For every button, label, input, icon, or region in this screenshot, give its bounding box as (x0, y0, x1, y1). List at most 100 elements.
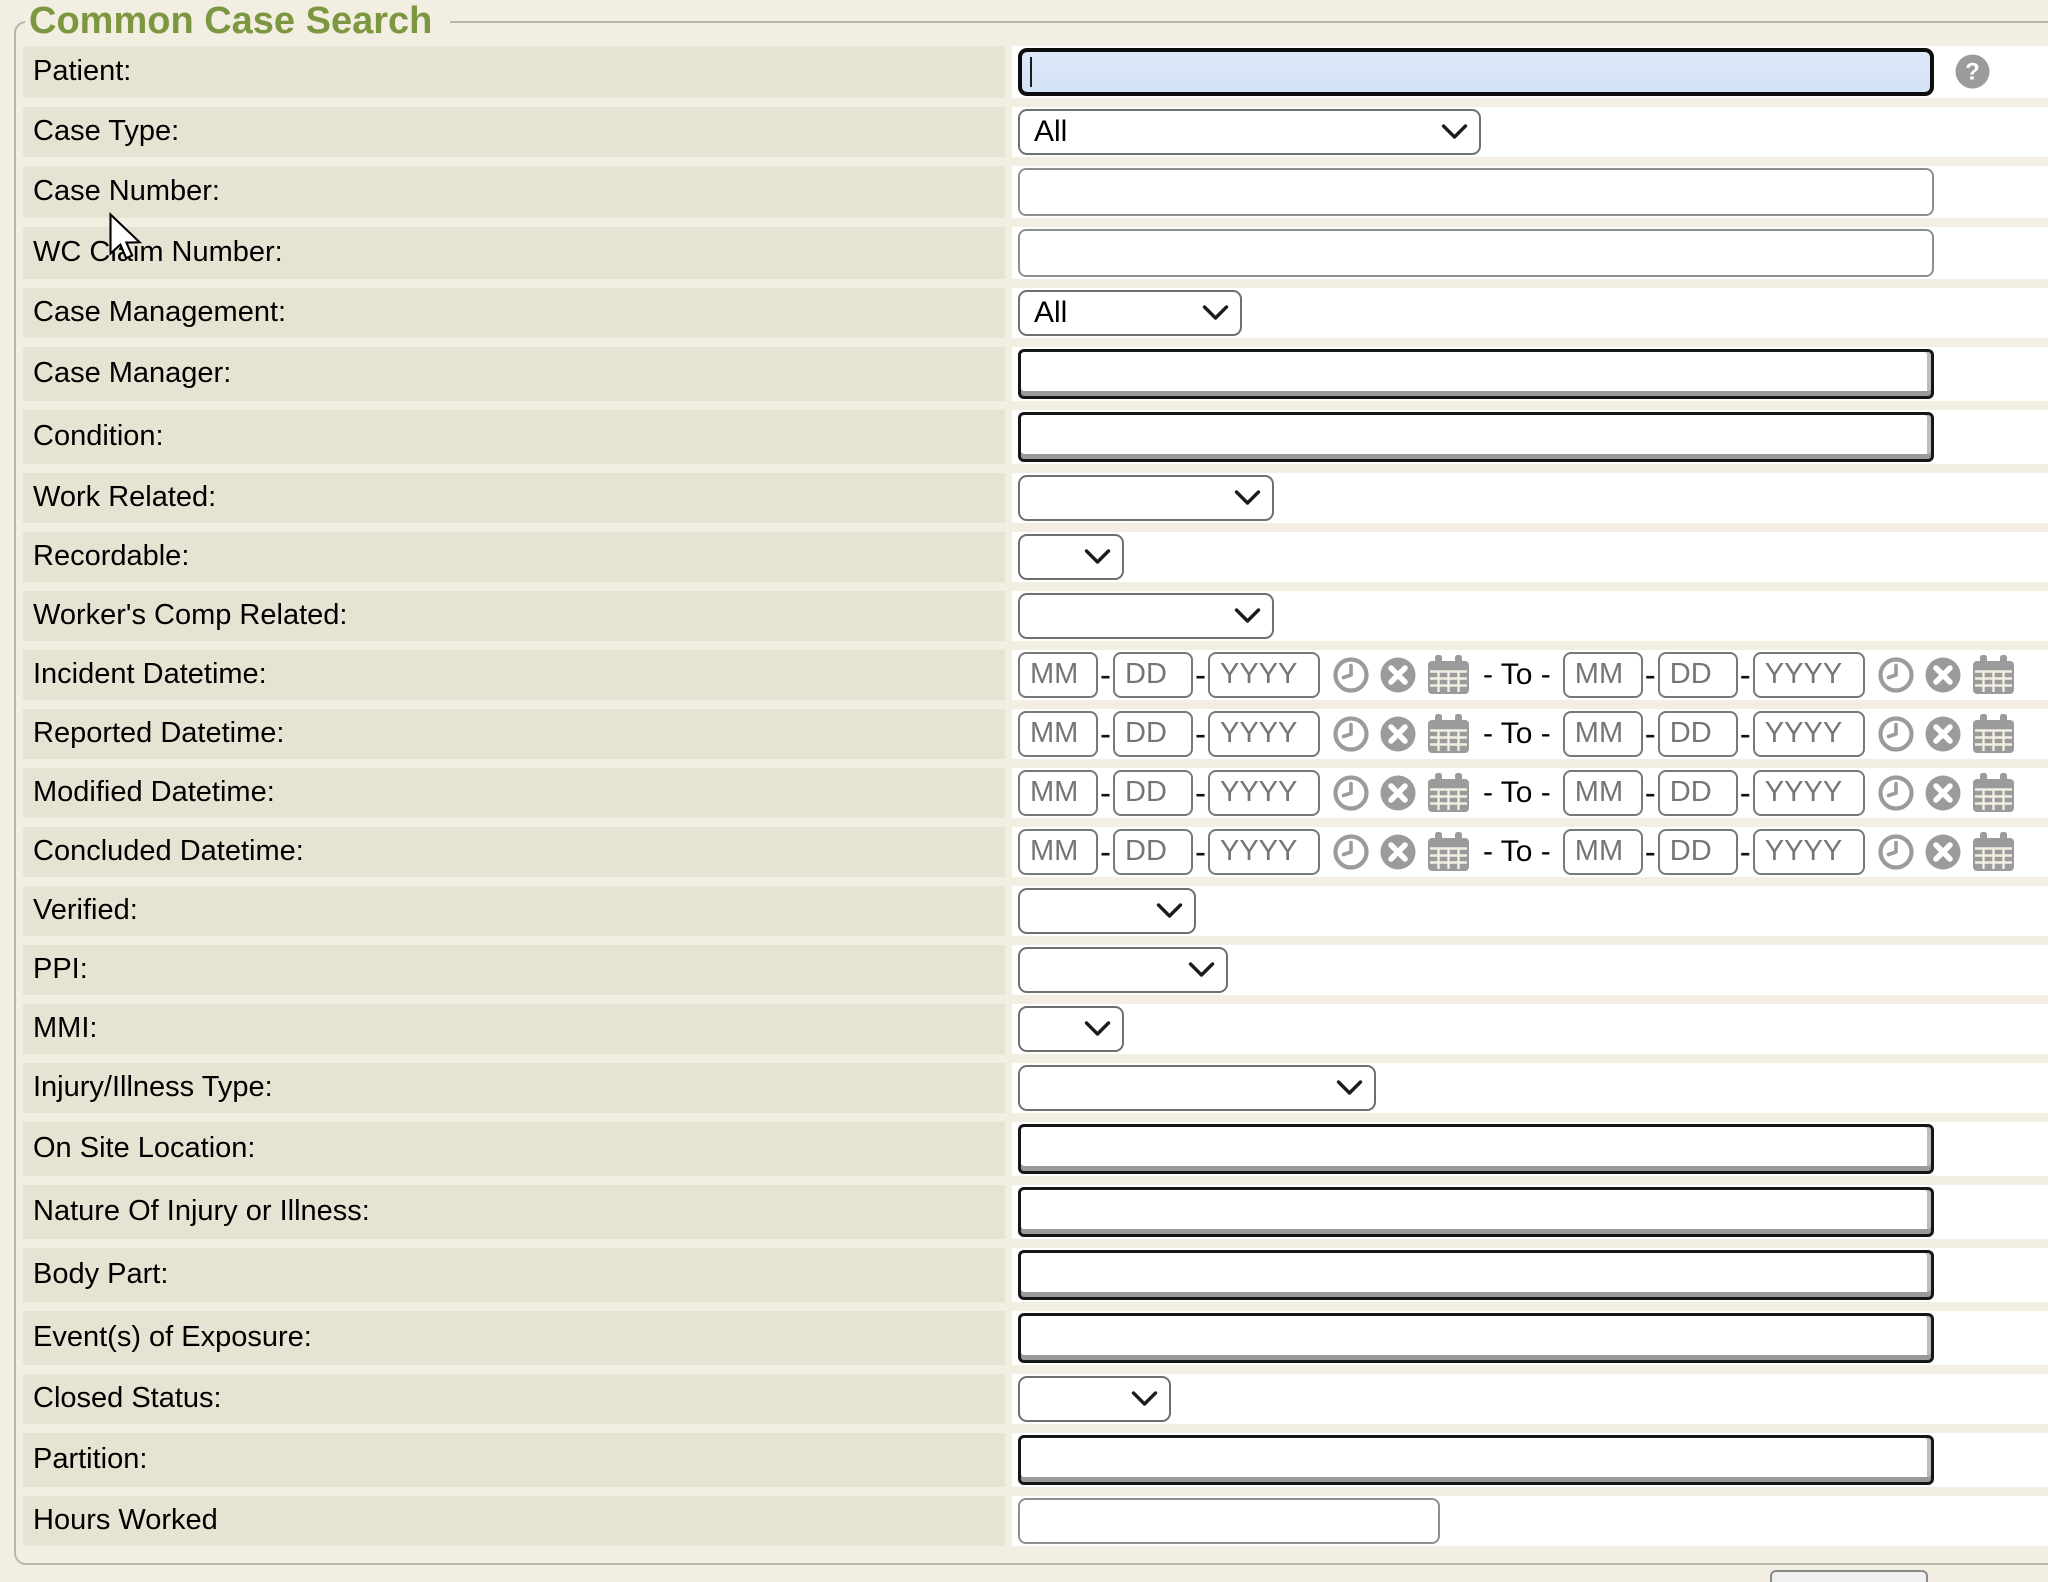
case_type-select[interactable]: All (1018, 109, 1481, 155)
concluded_datetime-from-year-input[interactable] (1208, 829, 1320, 875)
modified_datetime-to-day-input[interactable] (1658, 770, 1738, 816)
verified-select[interactable] (1018, 888, 1196, 934)
calendar-icon[interactable] (1426, 771, 1471, 814)
clear-x-icon[interactable] (1379, 715, 1417, 753)
clock-icon[interactable] (1877, 833, 1915, 871)
calendar-icon[interactable] (1971, 712, 2016, 755)
incident_datetime-to-year-input[interactable] (1753, 652, 1865, 698)
body_part-input[interactable] (1018, 1250, 1934, 1300)
reported_datetime-from-clock-button[interactable] (1332, 715, 1370, 753)
reported_datetime-from-cal-button[interactable] (1426, 712, 1471, 755)
clock-icon[interactable] (1332, 656, 1370, 694)
concluded_datetime-from-clock-button[interactable] (1332, 833, 1370, 871)
modified_datetime-from-year-input[interactable] (1208, 770, 1320, 816)
incident_datetime-from-year-input[interactable] (1208, 652, 1320, 698)
clear-x-icon[interactable] (1379, 656, 1417, 694)
modified_datetime-to-cal-button[interactable] (1971, 771, 2016, 814)
clock-icon[interactable] (1877, 656, 1915, 694)
workers_comp_related-select[interactable] (1018, 593, 1274, 639)
incident_datetime-from-month-input[interactable] (1018, 652, 1098, 698)
clear-x-icon[interactable] (1379, 774, 1417, 812)
concluded_datetime-to-day-input[interactable] (1658, 829, 1738, 875)
incident_datetime-from-clear-button[interactable] (1379, 656, 1417, 694)
case_management-select[interactable]: All (1018, 290, 1242, 336)
injury_illness_type-select[interactable] (1018, 1065, 1376, 1111)
calendar-icon[interactable] (1971, 653, 2016, 696)
modified_datetime-from-cal-button[interactable] (1426, 771, 1471, 814)
clear-x-icon[interactable] (1924, 833, 1962, 871)
incident_datetime-from-cal-button[interactable] (1426, 653, 1471, 696)
on_site_location-input[interactable] (1018, 1124, 1934, 1174)
concluded_datetime-to-clear-button[interactable] (1924, 833, 1962, 871)
reported_datetime-from-year-input[interactable] (1208, 711, 1320, 757)
incident_datetime-to-clear-button[interactable] (1924, 656, 1962, 694)
reported_datetime-from-day-input[interactable] (1113, 711, 1193, 757)
search-button[interactable]: Search (1770, 1570, 1928, 1582)
concluded_datetime-from-clear-button[interactable] (1379, 833, 1417, 871)
modified_datetime-from-month-input[interactable] (1018, 770, 1098, 816)
case_manager-input[interactable] (1018, 349, 1934, 399)
reported_datetime-to-month-input[interactable] (1563, 711, 1643, 757)
incident_datetime-from-day-input[interactable] (1113, 652, 1193, 698)
reported_datetime-to-year-input[interactable] (1753, 711, 1865, 757)
partition-input[interactable] (1018, 1435, 1934, 1485)
clear-x-icon[interactable] (1924, 715, 1962, 753)
modified_datetime-to-year-input[interactable] (1753, 770, 1865, 816)
incident_datetime-to-month-input[interactable] (1563, 652, 1643, 698)
clear-x-icon[interactable] (1924, 656, 1962, 694)
nature_of_injury_or_illness-input[interactable] (1018, 1187, 1934, 1237)
reported_datetime-from-clear-button[interactable] (1379, 715, 1417, 753)
incident_datetime-from-clock-button[interactable] (1332, 656, 1370, 694)
case_number-input[interactable] (1018, 168, 1934, 216)
clock-icon[interactable] (1332, 715, 1370, 753)
wc_claim_number-input[interactable] (1018, 229, 1934, 277)
clock-icon[interactable] (1877, 774, 1915, 812)
recordable-select[interactable] (1018, 534, 1124, 580)
incident_datetime-to-clock-button[interactable] (1877, 656, 1915, 694)
calendar-icon[interactable] (1426, 712, 1471, 755)
input-cell-modified_datetime: --- To --- (1012, 768, 2048, 818)
concluded_datetime-from-month-input[interactable] (1018, 829, 1098, 875)
clock-icon[interactable] (1332, 833, 1370, 871)
label-cell-ppi: PPI: (23, 945, 1005, 995)
mmi-select[interactable] (1018, 1006, 1124, 1052)
calendar-icon[interactable] (1971, 771, 2016, 814)
label-cell-on_site_location: On Site Location: (23, 1122, 1005, 1176)
modified_datetime-from-day-input[interactable] (1113, 770, 1193, 816)
clock-icon[interactable] (1332, 774, 1370, 812)
ppi-select[interactable] (1018, 947, 1228, 993)
question-mark-icon[interactable]: ? (1954, 53, 1991, 90)
modified_datetime-from-clear-button[interactable] (1379, 774, 1417, 812)
calendar-icon[interactable] (1426, 653, 1471, 696)
clock-icon[interactable] (1877, 715, 1915, 753)
closed_status-select[interactable] (1018, 1376, 1171, 1422)
concluded_datetime-from-day-input[interactable] (1113, 829, 1193, 875)
modified_datetime-to-clock-button[interactable] (1877, 774, 1915, 812)
modified_datetime-from-clock-button[interactable] (1332, 774, 1370, 812)
reported_datetime-to-clock-button[interactable] (1877, 715, 1915, 753)
modified_datetime-to-clear-button[interactable] (1924, 774, 1962, 812)
date-separator: - (1195, 774, 1206, 812)
clear-x-icon[interactable] (1379, 833, 1417, 871)
calendar-icon[interactable] (1426, 830, 1471, 873)
reported_datetime-to-clear-button[interactable] (1924, 715, 1962, 753)
incident_datetime-to-day-input[interactable] (1658, 652, 1738, 698)
calendar-icon[interactable] (1971, 830, 2016, 873)
concluded_datetime-to-clock-button[interactable] (1877, 833, 1915, 871)
condition-input[interactable] (1018, 412, 1934, 462)
concluded_datetime-to-year-input[interactable] (1753, 829, 1865, 875)
concluded_datetime-to-month-input[interactable] (1563, 829, 1643, 875)
clear-x-icon[interactable] (1924, 774, 1962, 812)
modified_datetime-to-month-input[interactable] (1563, 770, 1643, 816)
reported_datetime-to-cal-button[interactable] (1971, 712, 2016, 755)
incident_datetime-to-cal-button[interactable] (1971, 653, 2016, 696)
hours_worked-input[interactable] (1018, 1498, 1440, 1544)
concluded_datetime-to-cal-button[interactable] (1971, 830, 2016, 873)
concluded_datetime-from-cal-button[interactable] (1426, 830, 1471, 873)
reported_datetime-to-day-input[interactable] (1658, 711, 1738, 757)
reported_datetime-from-month-input[interactable] (1018, 711, 1098, 757)
patient-input[interactable] (1018, 48, 1934, 96)
events_of_exposure-input[interactable] (1018, 1313, 1934, 1363)
work_related-select[interactable] (1018, 475, 1274, 521)
help-button[interactable]: ? (1954, 53, 1991, 90)
